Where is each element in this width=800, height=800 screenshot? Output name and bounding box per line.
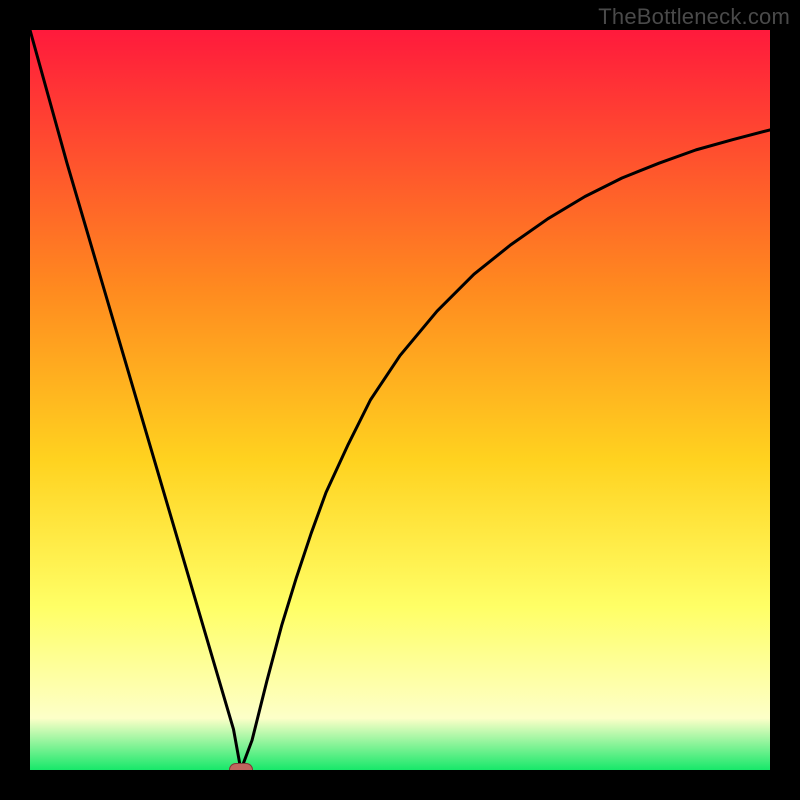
bottleneck-curve <box>30 30 770 770</box>
minimum-marker <box>229 763 253 770</box>
plot-area <box>30 30 770 770</box>
watermark-text: TheBottleneck.com <box>598 4 790 30</box>
chart-frame: TheBottleneck.com <box>0 0 800 800</box>
